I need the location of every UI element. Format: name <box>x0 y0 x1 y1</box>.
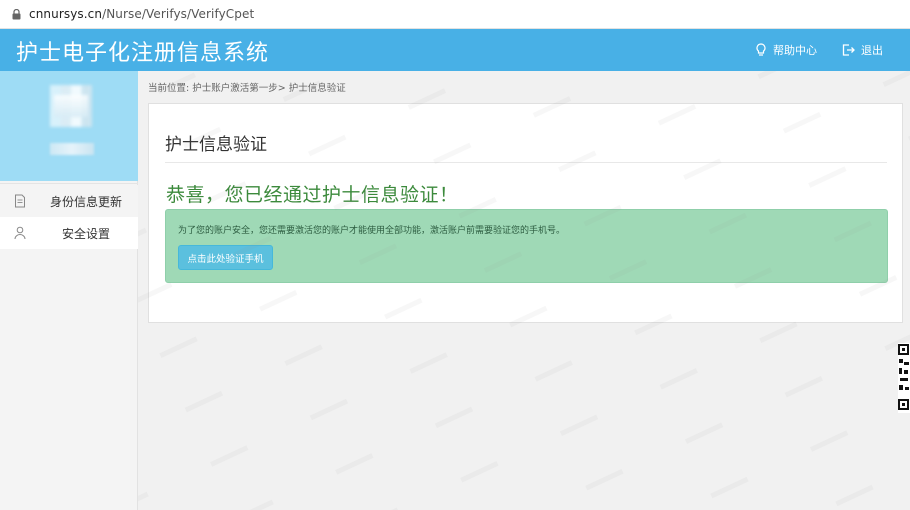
breadcrumb: 当前位置: 护士账户激活第一步> 护士信息验证 <box>148 83 346 94</box>
help-center-link[interactable]: 帮助中心 <box>755 42 817 58</box>
avatar[interactable] <box>50 85 92 127</box>
lock-icon <box>12 8 21 19</box>
browser-url-bar[interactable]: cnnursys.cn/Nurse/Verifys/VerifyCpet <box>0 0 910 29</box>
alert-text: 为了您的账户安全，您还需要激活您的账户才能使用全部功能，激活账户前需要验证您的手… <box>178 226 566 236</box>
help-center-label: 帮助中心 <box>773 44 817 57</box>
user-icon <box>14 226 26 240</box>
user-profile <box>0 71 138 181</box>
lightbulb-icon <box>756 43 766 56</box>
sidebar-divider <box>0 183 138 184</box>
card-divider <box>165 162 887 163</box>
sidebar-item-security-settings[interactable]: 安全设置 <box>0 217 138 249</box>
url-path: /Nurse/Verifys/VerifyCpet <box>102 7 255 21</box>
sidebar-item-label: 身份信息更新 <box>50 195 123 209</box>
document-icon <box>15 194 25 208</box>
logout-icon <box>842 44 855 56</box>
app-title: 护士电子化注册信息系统 <box>16 41 270 66</box>
logout-label: 退出 <box>861 44 883 57</box>
logout-link[interactable]: 退出 <box>842 42 883 58</box>
verify-phone-button[interactable]: 点击此处验证手机 <box>178 245 273 270</box>
url-text[interactable]: cnnursys.cn/Nurse/Verifys/VerifyCpet <box>29 7 254 21</box>
sidebar-item-label: 安全设置 <box>62 227 111 241</box>
sidebar: 身份信息更新 安全设置 <box>0 71 138 510</box>
username-blurred <box>50 143 94 155</box>
verification-card: 护士信息验证 恭喜，您已经通过护士信息验证！ 为了您的账户安全，您还需要激活您的… <box>148 103 903 323</box>
app-header: 护士电子化注册信息系统 帮助中心 退出 <box>0 29 910 71</box>
success-message: 恭喜，您已经通过护士信息验证！ <box>166 184 459 206</box>
card-title: 护士信息验证 <box>165 135 267 155</box>
qr-code-icon[interactable] <box>898 343 910 413</box>
info-alert: 为了您的账户安全，您还需要激活您的账户才能使用全部功能，激活账户前需要验证您的手… <box>165 209 888 283</box>
url-host: cnnursys.cn <box>29 7 103 21</box>
sidebar-item-identity-update[interactable]: 身份信息更新 <box>0 185 138 217</box>
